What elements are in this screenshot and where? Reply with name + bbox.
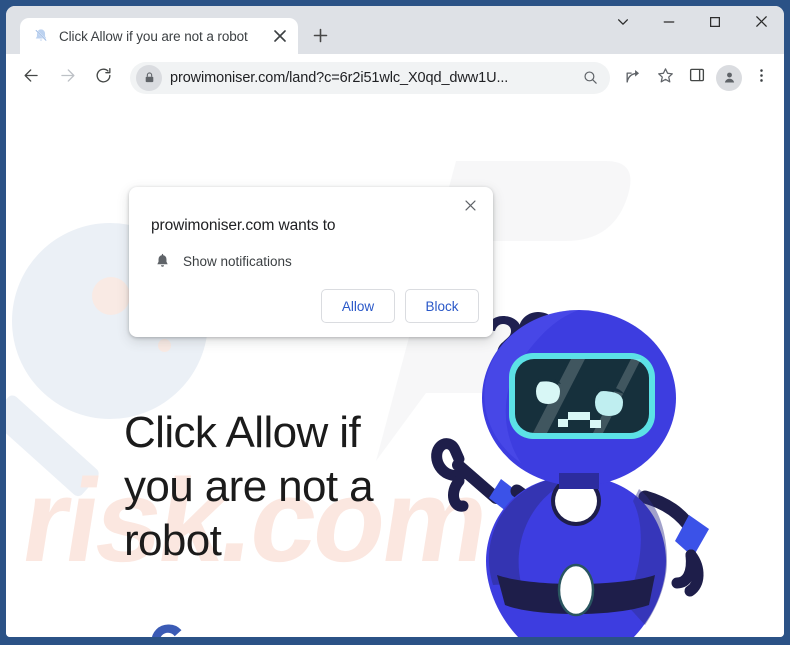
tab-search-button[interactable] [600,6,646,42]
plus-icon [313,28,328,48]
browser-window: Click Allow if you are not a robot prowi… [0,0,790,645]
c-logo-icon [152,624,182,637]
notification-permission-dialog: prowimoniser.com wants to Show notificat… [129,187,493,337]
dialog-actions: Allow Block [321,289,479,323]
new-tab-button[interactable] [306,24,334,52]
search-icon[interactable] [576,64,604,92]
maximize-icon [708,15,722,34]
minimize-icon [662,15,676,34]
minimize-button[interactable] [646,6,692,42]
page-title: Click Allow if you are not a robot [124,408,374,565]
arrow-right-icon [58,66,77,90]
tab-close-icon[interactable] [270,26,290,46]
side-panel-button[interactable] [682,63,712,93]
browser-chrome: Click Allow if you are not a robot prowi… [6,6,784,637]
block-button[interactable]: Block [405,289,479,323]
confused-robot-illustration [431,310,709,637]
watermark-dot [158,339,171,352]
watermark-dot [92,277,130,315]
reload-button[interactable] [86,61,120,95]
profile-button[interactable] [714,63,744,93]
three-dot-menu-icon [753,67,770,89]
dialog-title: prowimoniser.com wants to [151,217,336,234]
tab-strip: Click Allow if you are not a robot [6,6,784,54]
close-icon [464,199,477,217]
permission-label: Show notifications [183,253,292,269]
url-text[interactable]: prowimoniser.com/land?c=6r2i51wlc_X0qd_d… [170,70,576,86]
robot-head [482,310,676,486]
avatar [716,64,742,91]
bell-icon [151,250,173,272]
tab-title: Click Allow if you are not a robot [59,28,248,44]
browser-tab[interactable]: Click Allow if you are not a robot [20,18,298,54]
forward-button[interactable] [50,61,84,95]
bell-slash-icon [32,27,50,45]
side-panel-icon [688,66,706,89]
close-window-button[interactable] [738,6,784,42]
maximize-button[interactable] [692,6,738,42]
back-button[interactable] [14,61,48,95]
chevron-down-icon [616,15,630,34]
share-icon [624,66,643,90]
reload-icon [94,66,113,90]
arrow-left-icon [22,66,41,90]
share-button[interactable] [618,63,648,93]
address-bar[interactable]: prowimoniser.com/land?c=6r2i51wlc_X0qd_d… [130,61,610,94]
page-content: risk.com Click Allow if you are not a ro… [6,101,784,637]
close-icon [754,14,769,34]
lock-icon[interactable] [136,64,162,91]
browser-toolbar: prowimoniser.com/land?c=6r2i51wlc_X0qd_d… [6,54,784,101]
permission-row: Show notifications [151,250,292,272]
robot-body [486,476,667,637]
star-icon [656,66,675,90]
bookmark-button[interactable] [650,63,680,93]
window-controls [600,6,784,54]
dialog-close-button[interactable] [457,195,483,221]
browser-menu-button[interactable] [746,63,776,93]
allow-button[interactable]: Allow [321,289,395,323]
ecaptcha-logo: E-CAPTCHA [128,619,208,637]
